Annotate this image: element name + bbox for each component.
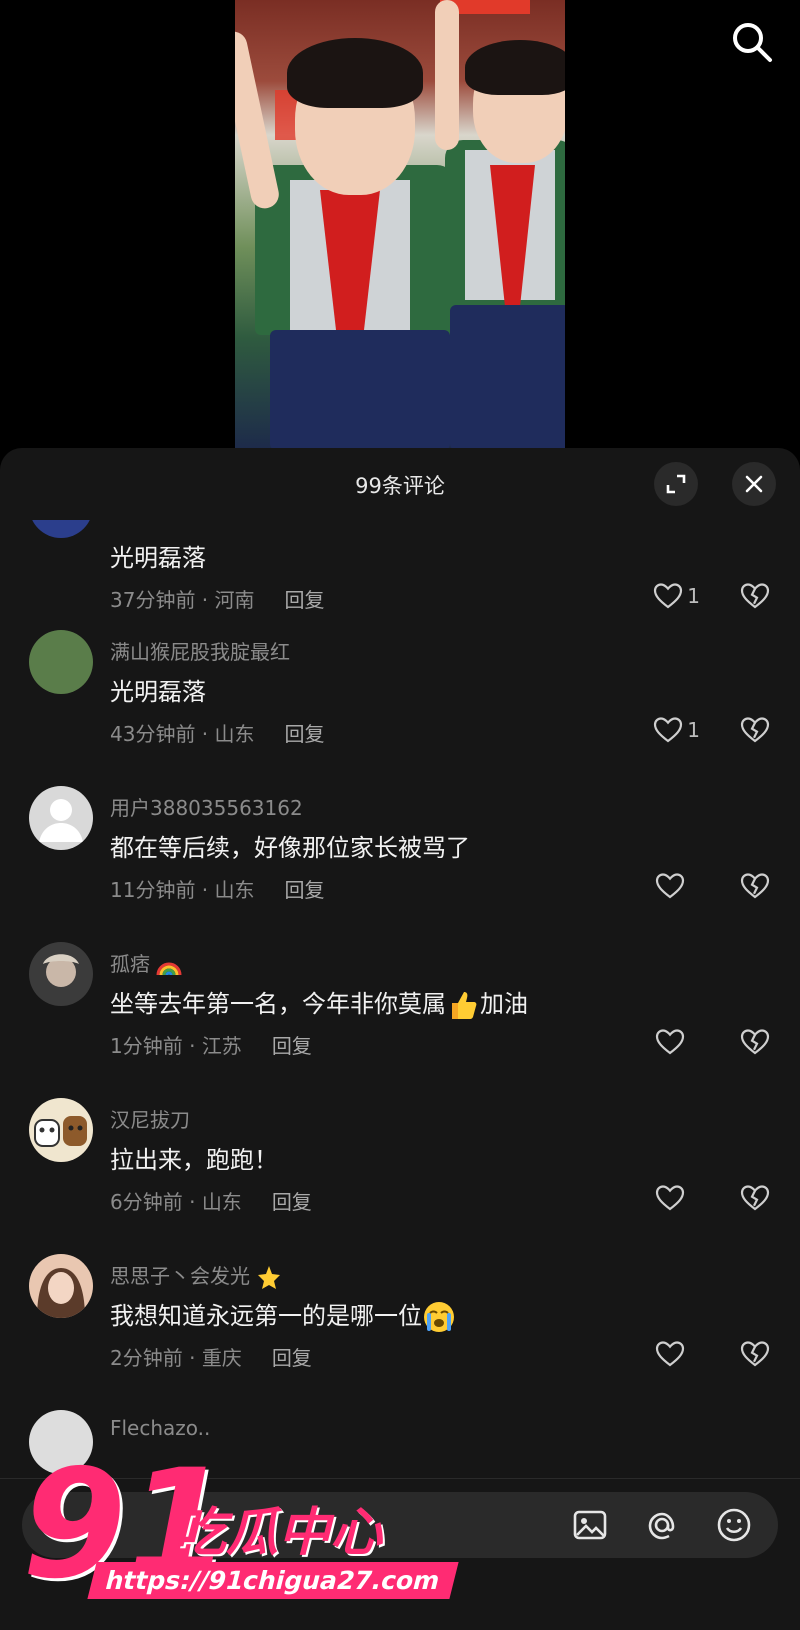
comment-item: 用户388035563162 都在等后续，好像那位家长被骂了 11分钟前 · 山… <box>0 786 800 942</box>
reply-button[interactable]: 回复 <box>285 878 325 902</box>
comment-text: 都在等后续，好像那位家长被骂了 <box>110 834 470 862</box>
video-player[interactable] <box>235 0 565 450</box>
emoji-icon[interactable] <box>714 1505 754 1545</box>
reply-button[interactable]: 回复 <box>285 588 325 612</box>
star-emoji-icon <box>258 1265 281 1289</box>
video-figure-right <box>435 0 565 450</box>
rainbow-emoji-icon <box>156 962 182 975</box>
like-count: 1 <box>687 718 700 742</box>
at-icon[interactable] <box>642 1505 682 1545</box>
comment-text: 拉出来，跑跑！ <box>110 1146 278 1174</box>
avatar[interactable] <box>29 1098 93 1162</box>
comment-item: 思思子丶会发光 我想知道永远第一的是哪一位 2分钟前 · 重庆 回复 <box>0 1254 800 1410</box>
reply-button[interactable]: 回复 <box>272 1346 312 1370</box>
heart-icon <box>655 1185 685 1211</box>
like-button[interactable] <box>655 1340 685 1368</box>
like-button[interactable] <box>655 872 685 900</box>
like-button[interactable] <box>655 1028 685 1056</box>
avatar[interactable] <box>29 630 93 694</box>
heart-icon <box>654 583 683 609</box>
comment-time: 11分钟前 <box>110 878 196 902</box>
comment-item: 孤痞 坐等去年第一名，今年非你莫属 加油 1分钟前 · 江苏 回复 <box>0 942 800 1098</box>
comment-location: 重庆 <box>201 1346 242 1370</box>
avatar[interactable] <box>29 1254 93 1318</box>
reply-button[interactable]: 回复 <box>285 722 325 746</box>
watermark: 91 吃瓜中心 https://91chigua27.com <box>22 1450 459 1630</box>
dislike-button[interactable] <box>740 582 770 614</box>
broken-heart-icon <box>740 1185 770 1211</box>
comment-item: 汉尼拔刀 拉出来，跑跑！ 6分钟前 · 山东 回复 <box>0 1098 800 1254</box>
dislike-button[interactable] <box>740 1028 770 1060</box>
dislike-button[interactable] <box>740 1340 770 1372</box>
dislike-button[interactable] <box>740 872 770 904</box>
image-icon[interactable] <box>570 1505 610 1545</box>
comment-location: 山东 <box>214 722 255 746</box>
comment-text: 坐等去年第一名，今年非你莫属 加油 <box>110 984 528 1022</box>
watermark-url: https://91chigua27.com <box>87 1562 459 1599</box>
heart-icon <box>655 1341 685 1367</box>
dislike-button[interactable] <box>740 716 770 748</box>
broken-heart-icon <box>740 1341 770 1367</box>
reply-button[interactable]: 回复 <box>272 1034 312 1058</box>
expand-icon <box>666 474 686 494</box>
like-button[interactable] <box>655 1184 685 1212</box>
close-button[interactable] <box>732 462 776 506</box>
heart-icon <box>655 1029 685 1055</box>
comment-time: 1分钟前 <box>110 1034 183 1058</box>
comment-item: 满山猴屁股我腚最红 光明磊落 43分钟前 · 山东 回复 1 <box>0 630 800 786</box>
comment-username[interactable]: 满山猴屁股我腚最红 <box>110 636 290 665</box>
avatar-cartoon-icon <box>34 1116 87 1147</box>
comment-username[interactable]: 用户388035563162 <box>110 792 303 821</box>
avatar[interactable] <box>29 786 93 850</box>
avatar-portrait-icon <box>37 1268 85 1318</box>
comment-text-tail: 加油 <box>480 990 528 1018</box>
comment-text: 我想知道永远第一的是哪一位 <box>110 1296 456 1334</box>
comment-meta: 37分钟前 · 河南 回复 <box>110 588 325 612</box>
comment-username[interactable]: 孤痞 <box>110 948 182 977</box>
avatar-portrait-icon <box>43 954 79 987</box>
comment-location: 山东 <box>214 878 255 902</box>
like-button[interactable]: 1 <box>653 582 700 610</box>
comment-time: 6分钟前 <box>110 1190 183 1214</box>
heart-icon <box>655 873 685 899</box>
comment-item: 光明磊落 37分钟前 · 河南 回复 1 <box>0 520 800 630</box>
reply-button[interactable]: 回复 <box>272 1190 312 1214</box>
default-avatar-icon <box>39 799 83 842</box>
comment-username[interactable]: Flechazo.. <box>110 1416 210 1440</box>
expand-button[interactable] <box>654 462 698 506</box>
close-icon <box>745 475 763 493</box>
avatar[interactable] <box>29 520 93 538</box>
comment-text-body: 坐等去年第一名，今年非你莫属 <box>110 990 446 1018</box>
crying-face-emoji-icon <box>424 1302 454 1332</box>
like-button[interactable]: 1 <box>653 716 700 744</box>
like-count: 1 <box>687 584 700 608</box>
search-icon[interactable] <box>730 20 774 64</box>
comment-list[interactable]: 光明磊落 37分钟前 · 河南 回复 1 满山猴屁股我腚最红 光明磊落 43分钟前… <box>0 520 800 1480</box>
comment-text: 光明磊落 <box>110 544 206 572</box>
watermark-text: 吃瓜中心 <box>174 1503 383 1563</box>
comment-username[interactable]: 汉尼拔刀 <box>110 1104 190 1133</box>
heart-icon <box>654 717 683 743</box>
comment-text-body: 我想知道永远第一的是哪一位 <box>110 1302 422 1330</box>
comment-username[interactable]: 思思子丶会发光 <box>110 1260 282 1291</box>
broken-heart-icon <box>740 1029 770 1055</box>
broken-heart-icon <box>740 583 770 609</box>
comment-panel-header: 99条评论 <box>0 448 800 520</box>
thumbs-up-emoji-icon <box>452 992 477 1019</box>
comment-time: 2分钟前 <box>110 1346 183 1370</box>
avatar[interactable] <box>29 942 93 1006</box>
comment-time: 37分钟前 <box>110 588 196 612</box>
dislike-button[interactable] <box>740 1184 770 1216</box>
comment-location: 江苏 <box>201 1034 242 1058</box>
comment-location: 河南 <box>214 588 255 612</box>
broken-heart-icon <box>740 873 770 899</box>
comment-location: 山东 <box>201 1190 242 1214</box>
comment-text: 光明磊落 <box>110 678 206 706</box>
comment-time: 43分钟前 <box>110 722 196 746</box>
username-text: 孤痞 <box>110 952 150 976</box>
username-text: 思思子丶会发光 <box>110 1264 250 1288</box>
broken-heart-icon <box>740 717 770 743</box>
